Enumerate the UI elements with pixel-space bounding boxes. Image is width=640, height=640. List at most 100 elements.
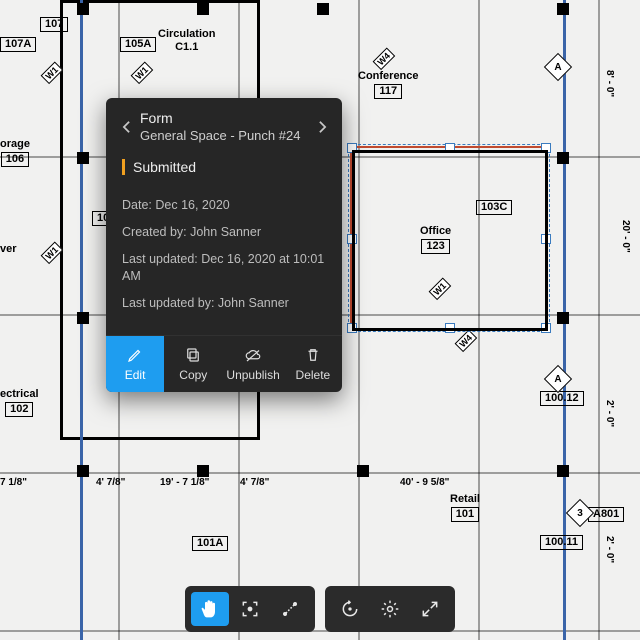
door-107: 107 xyxy=(40,16,68,32)
column xyxy=(557,465,569,477)
dim: 20' - 0" xyxy=(620,220,631,253)
resize-handle[interactable] xyxy=(347,234,357,244)
ref-a801: A801 xyxy=(588,506,624,522)
door-101a: 101A xyxy=(192,535,228,551)
chevron-left-icon xyxy=(122,120,131,134)
resize-handle[interactable] xyxy=(541,323,551,333)
orbit-button[interactable] xyxy=(331,592,369,626)
selection-box[interactable] xyxy=(352,148,546,328)
date-value: Dec 16, 2020 xyxy=(155,198,229,212)
door-103c: 103C xyxy=(476,199,512,215)
center-focus-icon xyxy=(240,599,260,619)
created-by-value: John Sanner xyxy=(190,225,261,239)
next-button[interactable] xyxy=(310,115,334,139)
updated-by-label: Last updated by: xyxy=(122,296,214,310)
dim: 4' 7/8" xyxy=(96,477,125,488)
resize-handle[interactable] xyxy=(541,234,551,244)
fullscreen-button[interactable] xyxy=(411,592,449,626)
room-ver: ver xyxy=(0,243,17,256)
room-storage: orage 106 xyxy=(0,138,30,167)
room-name: Conference xyxy=(358,70,419,83)
room-conference: Conference 117 xyxy=(358,70,419,99)
edit-button[interactable]: Edit xyxy=(106,336,164,392)
dim: 2' - 0" xyxy=(604,536,615,563)
resize-handle[interactable] xyxy=(347,323,357,333)
trash-icon xyxy=(304,346,322,364)
updated-label: Last updated: xyxy=(122,252,198,266)
column xyxy=(357,465,369,477)
dim: 19' - 7 1/8" xyxy=(160,477,209,488)
dim: 7 1/8" xyxy=(0,477,27,488)
dim: 2' - 0" xyxy=(604,400,615,427)
updated-by-value: John Sanner xyxy=(218,296,289,310)
room-name: orage xyxy=(0,138,30,151)
door-105a: 105A xyxy=(120,36,156,52)
popup-kind: Form xyxy=(140,110,308,126)
settings-button[interactable] xyxy=(371,592,409,626)
room-name: Retail xyxy=(450,493,480,506)
column xyxy=(197,465,209,477)
edit-label: Edit xyxy=(125,368,146,382)
column xyxy=(77,465,89,477)
created-by-label: Created by: xyxy=(122,225,187,239)
orbit-icon xyxy=(340,599,360,619)
popup-title: General Space - Punch #24 xyxy=(140,128,308,143)
bottom-toolbar xyxy=(185,586,455,632)
delete-label: Delete xyxy=(296,368,331,382)
grid-bubble: 3 xyxy=(566,499,594,527)
room-electrical: ectrical 102 xyxy=(0,388,39,417)
room-number: C1.1 xyxy=(158,41,215,54)
column xyxy=(317,3,329,15)
column xyxy=(77,3,89,15)
copy-label: Copy xyxy=(179,368,207,382)
door-107a: 107A xyxy=(0,36,36,52)
unpublish-button[interactable]: Unpublish xyxy=(222,336,283,392)
expand-icon xyxy=(420,599,440,619)
chevron-right-icon xyxy=(318,120,327,134)
focus-tool-button[interactable] xyxy=(231,592,269,626)
measure-tool-button[interactable] xyxy=(271,592,309,626)
resize-handle[interactable] xyxy=(541,143,551,153)
room-number: 106 xyxy=(1,152,29,167)
column xyxy=(77,312,89,324)
resize-handle[interactable] xyxy=(445,323,455,333)
popup-meta: Date: Dec 16, 2020 Created by: John Sann… xyxy=(106,185,342,335)
form-popup: Form General Space - Punch #24 Submitted… xyxy=(106,98,342,392)
copy-button[interactable]: Copy xyxy=(164,336,222,392)
popup-actions: Edit Copy Unpublish Delete xyxy=(106,335,342,392)
room-name: ectrical xyxy=(0,388,39,401)
popup-header: Form General Space - Punch #24 xyxy=(106,98,342,153)
room-name: Circulation xyxy=(158,28,215,41)
toolbar-group-view xyxy=(325,586,455,632)
toolbar-group-nav xyxy=(185,586,315,632)
date-label: Date: xyxy=(122,198,152,212)
room-name: Office xyxy=(420,225,451,238)
room-number: 102 xyxy=(5,402,33,417)
prev-button[interactable] xyxy=(114,115,138,139)
copy-icon xyxy=(184,346,202,364)
room-number: 117 xyxy=(374,84,402,99)
dim: 8' - 0" xyxy=(604,70,615,97)
room-circulation: Circulation C1.1 xyxy=(158,28,215,54)
room-office: Office 123 xyxy=(420,225,451,254)
column xyxy=(77,152,89,164)
cloud-off-icon xyxy=(244,346,262,364)
column xyxy=(197,3,209,15)
gear-icon xyxy=(380,599,400,619)
unpublish-label: Unpublish xyxy=(226,368,279,382)
hand-icon xyxy=(200,599,220,619)
resize-handle[interactable] xyxy=(445,143,455,153)
door-100-11: 100.11 xyxy=(540,534,583,550)
pencil-icon xyxy=(126,346,144,364)
measure-icon xyxy=(280,599,300,619)
dim: 4' 7/8" xyxy=(240,477,269,488)
column xyxy=(557,312,569,324)
dim: 40' - 9 5/8" xyxy=(400,477,449,488)
pan-tool-button[interactable] xyxy=(191,592,229,626)
wall-tag: W1 xyxy=(41,62,63,84)
delete-button[interactable]: Delete xyxy=(284,336,342,392)
room-number: 101 xyxy=(451,507,479,522)
room-number: 123 xyxy=(421,239,449,254)
room-name: ver xyxy=(0,243,17,256)
resize-handle[interactable] xyxy=(347,143,357,153)
